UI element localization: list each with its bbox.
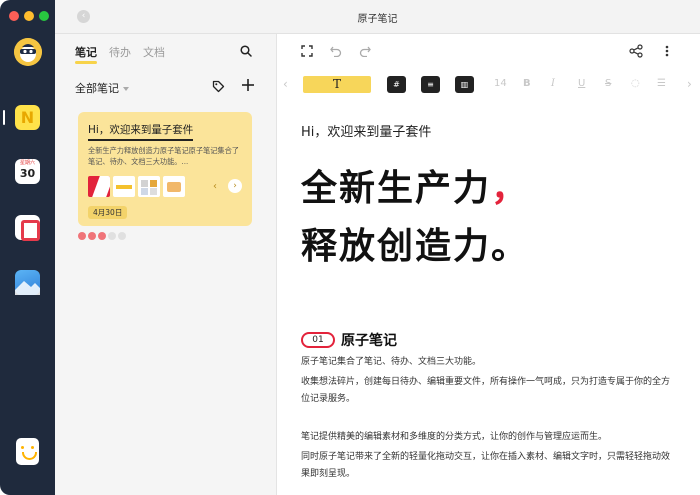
bold-button[interactable]: B — [523, 78, 531, 89]
strikethrough-button[interactable]: S — [605, 78, 611, 89]
section-title: 原子笔记 — [341, 333, 397, 349]
zoom-window-button[interactable] — [39, 11, 49, 21]
dock-app-feedback[interactable] — [16, 438, 39, 465]
thumbnail-image — [163, 176, 185, 197]
minimize-window-button[interactable] — [24, 11, 34, 21]
pager-dot[interactable] — [78, 232, 86, 240]
note-card-preview: 全新生产力释放创造力原子笔记原子笔记集合了笔记、待办、文档三大功能。... — [88, 146, 239, 166]
doc-subtitle[interactable]: Hi，欢迎来到量子套件 — [301, 121, 431, 140]
tab-todos[interactable]: 待办 — [109, 44, 131, 60]
pager-dot[interactable] — [88, 232, 96, 240]
calendar-day: 30 — [19, 167, 36, 180]
section-heading[interactable]: 01 原子笔记 — [301, 330, 397, 350]
close-window-button[interactable] — [9, 11, 19, 21]
doc-headline-line-1[interactable]: 全新生产力， — [301, 159, 529, 211]
font-size-selector[interactable]: 14 — [494, 78, 507, 89]
notes-app-icon: N — [20, 108, 35, 127]
pager-dot[interactable] — [98, 232, 106, 240]
thumbnail-image — [88, 176, 110, 197]
note-list-panel: 笔记 待办 文档 全部笔记 Hi，欢迎来到量子套件 全新生产力释放创造力原子笔记… — [55, 34, 277, 495]
doc-paragraph[interactable]: 笔记提供精美的编辑素材和多维度的分类方式，让你的创作与管理应运而生。 — [301, 429, 676, 446]
dock-app-documents[interactable] — [15, 215, 40, 241]
app-dock: N 星期六 30 — [0, 0, 55, 495]
hashtag-heading-button[interactable]: # — [387, 76, 406, 93]
tag-icon[interactable] — [212, 80, 225, 93]
chevron-left-icon[interactable]: ‹ — [283, 77, 288, 91]
headline-red-comma: ， — [491, 168, 530, 209]
user-avatar-icon — [14, 38, 42, 66]
note-card-title: Hi，欢迎来到量子套件 — [88, 122, 194, 141]
color-picker-icon[interactable]: ◌ — [631, 78, 640, 89]
text-style-button[interactable]: T — [303, 76, 371, 93]
calendar-weekday: 星期六 — [19, 160, 35, 166]
list-icon[interactable]: ☰ — [657, 78, 666, 89]
search-icon[interactable] — [240, 45, 252, 57]
undo-icon[interactable] — [330, 45, 342, 57]
chevron-right-icon[interactable]: › — [228, 179, 242, 193]
chevron-left-icon[interactable]: ‹ — [213, 181, 217, 192]
thumbnail-image — [113, 176, 135, 197]
note-editor: ‹ T # ≡ ▥ 14 B I U S ◌ ☰ › Hi，欢迎来到量子套件 全… — [277, 34, 700, 495]
pager-dot[interactable] — [108, 232, 116, 240]
tab-notes[interactable]: 笔记 — [75, 44, 97, 64]
underline-button[interactable]: U — [578, 78, 585, 89]
tab-documents[interactable]: 文档 — [143, 44, 165, 60]
list-tabs: 笔记 待办 文档 — [75, 44, 165, 64]
dock-app-calendar[interactable]: 星期六 30 — [15, 159, 40, 184]
note-card-thumbnails — [88, 176, 185, 197]
italic-button[interactable]: I — [551, 78, 555, 89]
headline-text: 全新生产力 — [301, 168, 492, 209]
note-date-badge: 4月30日 — [88, 206, 128, 219]
pager-dot[interactable] — [118, 232, 126, 240]
chevron-down-icon — [123, 87, 129, 91]
folder-label: 全部笔记 — [75, 82, 119, 95]
plus-icon[interactable] — [241, 78, 255, 92]
redo-icon[interactable] — [359, 45, 371, 57]
chevron-right-icon[interactable]: › — [687, 77, 692, 91]
dock-app-notes[interactable]: N — [15, 105, 40, 130]
doc-paragraph[interactable]: 收集想法碎片，创建每日待办、编辑重要文件，所有操作一气呵成，只为打造专属于你的全… — [301, 374, 676, 408]
section-number-badge: 01 — [301, 332, 335, 348]
photo-icon — [15, 281, 40, 295]
align-block-button[interactable]: ≡ — [421, 76, 440, 93]
thumbnail-image — [138, 176, 160, 197]
expand-icon[interactable] — [301, 45, 313, 57]
format-toolbar: ‹ T # ≡ ▥ 14 B I U S ◌ ☰ › — [277, 74, 700, 96]
title-bar: ‹ 原子笔记 — [55, 0, 700, 34]
share-icon[interactable] — [629, 44, 643, 58]
folder-selector[interactable]: 全部笔记 — [75, 80, 129, 96]
dock-app-photos[interactable] — [15, 270, 40, 295]
card-pager — [78, 232, 126, 240]
doc-paragraph[interactable]: 原子笔记集合了笔记、待办、文档三大功能。 — [301, 354, 676, 371]
more-vertical-icon[interactable] — [664, 44, 670, 58]
avatar[interactable] — [14, 38, 42, 66]
active-app-indicator — [3, 110, 5, 125]
columns-block-button[interactable]: ▥ — [455, 76, 474, 93]
window-title: 原子笔记 — [357, 14, 398, 25]
doc-headline-line-2[interactable]: 释放创造力。 — [301, 217, 529, 269]
doc-paragraph[interactable]: 同时原子笔记带来了全新的轻量化拖动交互，让你在插入素材、编辑文字时，只需轻轻拖动… — [301, 449, 676, 483]
note-card[interactable]: Hi，欢迎来到量子套件 全新生产力释放创造力原子笔记原子笔记集合了笔记、待办、文… — [78, 112, 252, 226]
